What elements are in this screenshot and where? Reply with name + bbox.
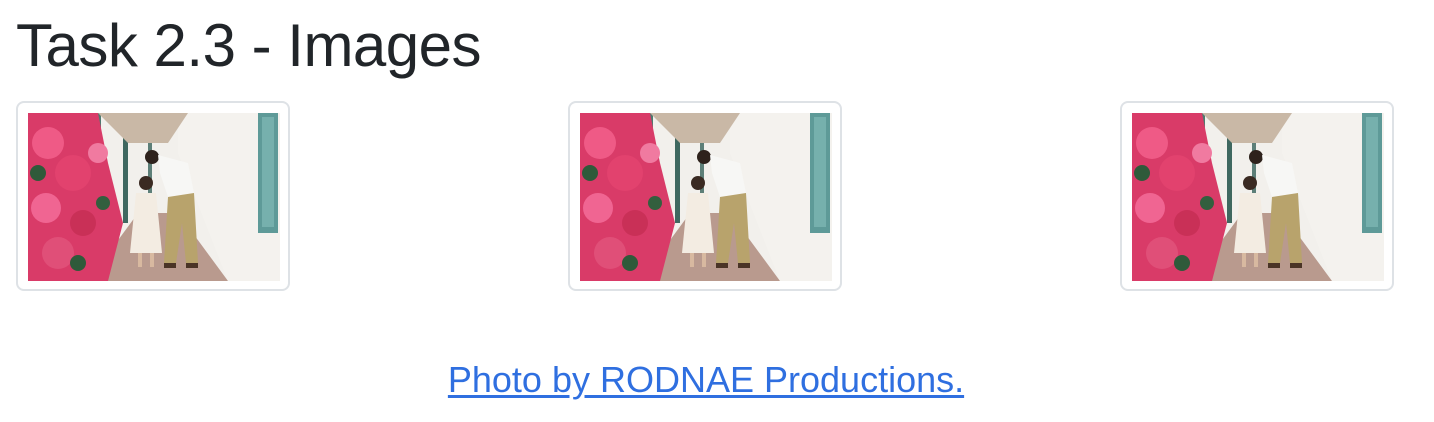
page: Task 2.3 - Images Photo by RODNAE Produc…: [0, 0, 1434, 422]
image-thumbnail: [568, 101, 842, 291]
photo-image: [28, 113, 280, 281]
photo-credit-link[interactable]: Photo by RODNAE Productions.: [448, 359, 964, 400]
photo-image: [1132, 113, 1384, 281]
photo-image: [580, 113, 832, 281]
page-title: Task 2.3 - Images: [16, 12, 482, 79]
image-thumbnail: [16, 101, 290, 291]
image-thumbnail: [1120, 101, 1394, 291]
photo-credit: Photo by RODNAE Productions.: [0, 356, 1412, 404]
